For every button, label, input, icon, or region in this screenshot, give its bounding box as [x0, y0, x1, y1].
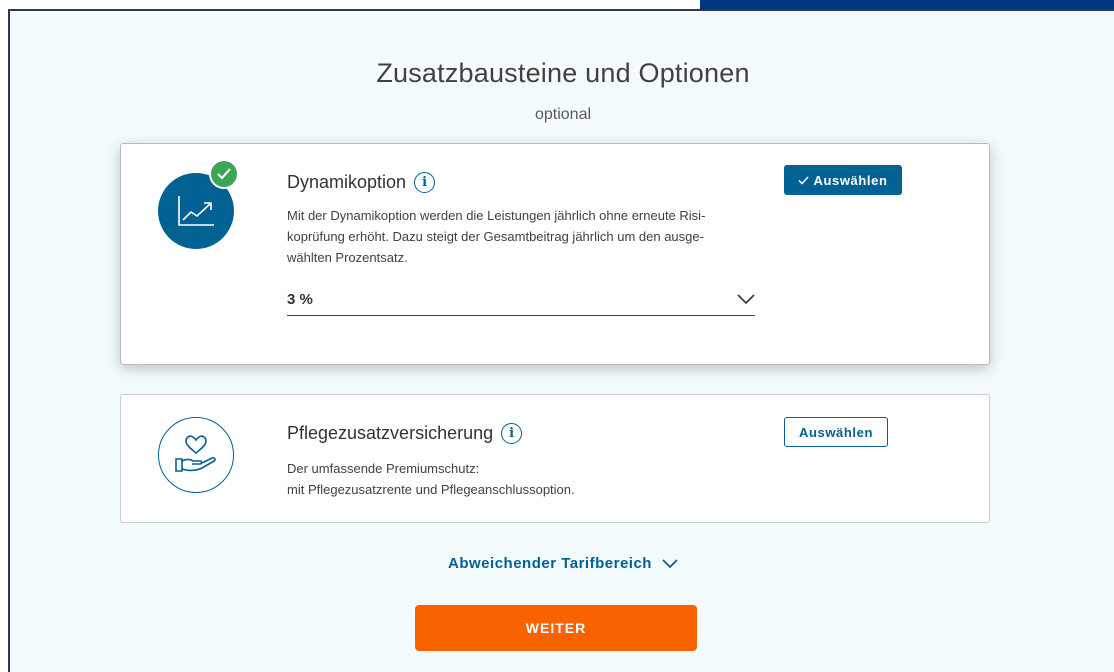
option-card-dynamikoption: Dynamikoption i Mit der Dynamikoption we…: [120, 143, 990, 365]
continue-button[interactable]: WEITER: [415, 605, 697, 651]
page-title: Zusatzbausteine und Optionen: [376, 58, 750, 88]
select-button-label: Auswählen: [798, 424, 874, 440]
page-subtitle: optional: [534, 106, 592, 123]
option-title: Dynamikoption i: [287, 172, 436, 193]
main-content: Zusatzbausteine und Optionen optional Dy…: [8, 9, 1114, 672]
heart-hand-icon: [158, 417, 234, 493]
selected-check-icon: [209, 159, 239, 189]
option-card-pflegezusatzversicherung: Pflegezusatzversicherung i Der umfassend…: [120, 394, 990, 523]
dropdown-value: 3 %: [287, 291, 313, 308]
alternative-tariff-toggle[interactable]: Abweichender Tarifbereich: [10, 555, 1114, 572]
option-title-text: Pflegezusatzversicherung: [287, 423, 494, 443]
top-brand-bar: [700, 0, 1114, 9]
check-icon: [798, 175, 810, 185]
option-description: Mit der Dynamikoption werden die Leistun…: [287, 205, 757, 268]
select-button-dynamikoption[interactable]: Auswählen: [784, 165, 902, 195]
select-button-pflegezusatzversicherung[interactable]: Auswählen: [784, 417, 888, 447]
option-title-text: Dynamikoption: [287, 172, 407, 192]
select-button-label: Auswählen: [813, 172, 888, 188]
chevron-down-icon: [662, 558, 678, 568]
option-description-text: Der umfassende Premiumschutz: mit Pflege…: [287, 461, 575, 497]
option-description-text: Mit der Dynamikoption werden die Leistun…: [287, 208, 706, 265]
alternative-tariff-label: Abweichender Tarifbereich: [448, 555, 652, 572]
info-icon[interactable]: i: [414, 172, 436, 193]
option-description: Der umfassende Premiumschutz: mit Pflege…: [287, 458, 757, 500]
info-icon[interactable]: i: [501, 423, 523, 444]
chevron-down-icon: [737, 294, 755, 305]
percentage-dropdown[interactable]: 3 %: [287, 284, 755, 316]
option-title: Pflegezusatzversicherung i: [287, 423, 523, 444]
